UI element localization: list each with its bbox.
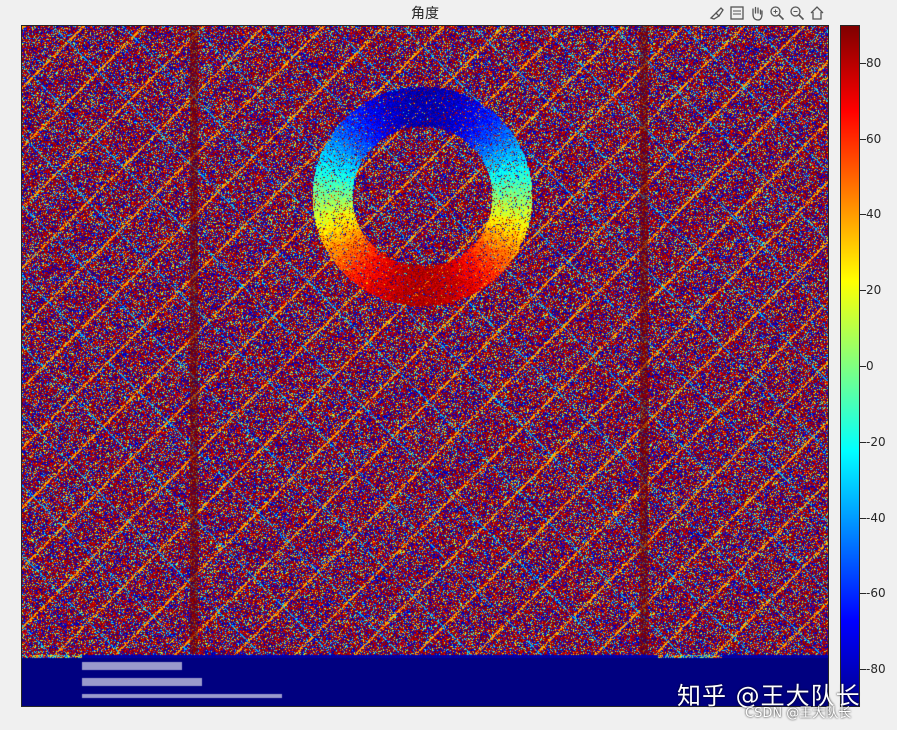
heatmap-axes[interactable] [21, 25, 829, 707]
colorbar-tick-label: -20 [866, 434, 886, 449]
zoom-in-icon[interactable] [768, 4, 786, 22]
colorbar-tick-label: 80 [866, 55, 882, 70]
colorbar-tick-label: -40 [866, 510, 886, 525]
home-icon[interactable] [808, 4, 826, 22]
brush-icon[interactable] [708, 4, 726, 22]
colorbar-tick-label: 0 [866, 359, 874, 373]
zoom-out-icon[interactable] [788, 4, 806, 22]
csdn-watermark: CSDN @王大队长 [745, 706, 852, 721]
angle-heatmap-image [22, 26, 828, 706]
pan-hand-icon[interactable] [748, 4, 766, 22]
datatip-icon[interactable] [728, 4, 746, 22]
colorbar-tick-label: 40 [866, 207, 882, 222]
colorbar-tick-label: 20 [866, 283, 882, 298]
colorbar-tick-label: -60 [866, 586, 886, 601]
colorbar-tick-label: -80 [866, 662, 886, 677]
colorbar [840, 25, 860, 707]
axes-toolbar [708, 4, 826, 22]
colorbar-tick-label: 60 [866, 131, 882, 146]
